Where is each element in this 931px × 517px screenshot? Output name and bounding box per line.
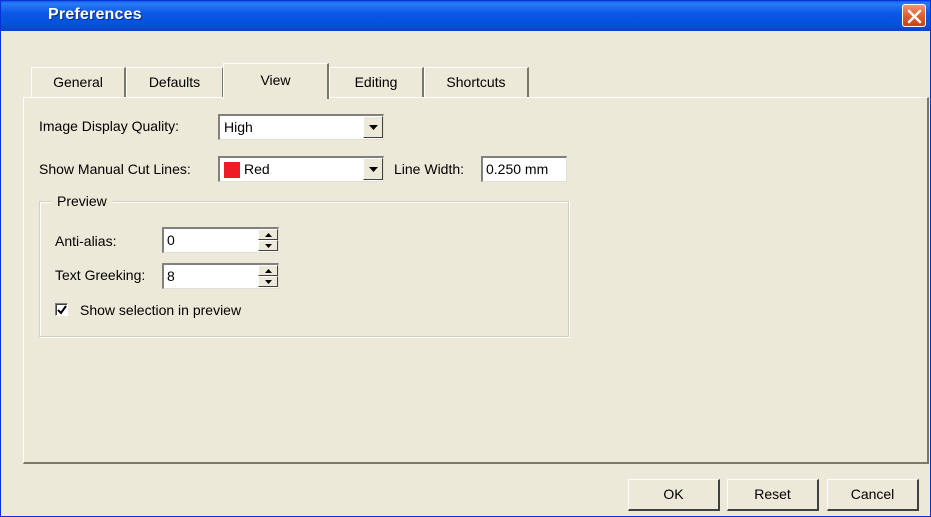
cancel-button[interactable]: Cancel [827, 479, 919, 511]
close-icon [907, 9, 922, 24]
reset-button-label: Reset [754, 486, 791, 502]
tab-general[interactable]: General [31, 67, 126, 98]
spin-up-button[interactable] [258, 265, 278, 276]
reset-button[interactable]: Reset [727, 479, 819, 511]
spin-up-icon [265, 233, 272, 237]
dropdown-button[interactable] [363, 116, 383, 138]
text-greeking-value: 8 [167, 268, 175, 284]
tab-label: Defaults [148, 74, 201, 90]
window-title: Preferences [48, 6, 142, 23]
title-bar[interactable]: Preferences [1, 1, 930, 31]
text-greeking-spinner[interactable]: 8 [162, 263, 279, 289]
tab-view[interactable]: View [223, 63, 329, 99]
show-selection-checkbox[interactable] [55, 303, 68, 316]
spin-up-button[interactable] [258, 229, 278, 240]
cut-lines-select[interactable]: Red [218, 156, 384, 182]
tab-editing[interactable]: Editing [329, 67, 424, 98]
chevron-down-icon [369, 125, 378, 130]
view-tab-panel [23, 97, 929, 464]
tab-label: Editing [354, 74, 398, 90]
image-quality-select[interactable]: High [218, 114, 384, 140]
cut-lines-value: Red [244, 161, 270, 177]
chevron-down-icon [369, 167, 378, 172]
cancel-button-label: Cancel [850, 486, 895, 502]
ok-button[interactable]: OK [628, 479, 720, 511]
close-button[interactable] [902, 4, 926, 27]
line-width-value: 0.250 mm [486, 161, 549, 177]
spin-down-icon [265, 280, 272, 284]
tab-defaults[interactable]: Defaults [126, 67, 224, 98]
checkmark-icon [57, 305, 67, 315]
tab-label: Shortcuts [446, 74, 506, 90]
spin-down-button[interactable] [258, 276, 278, 287]
dropdown-button[interactable] [363, 158, 383, 180]
color-swatch [224, 162, 240, 178]
preferences-window: Preferences General Defaults View Editin… [0, 0, 931, 517]
spin-down-icon [265, 244, 272, 248]
anti-alias-value: 0 [167, 232, 175, 248]
ok-button-label: OK [663, 486, 684, 502]
anti-alias-spinner[interactable]: 0 [162, 227, 279, 253]
line-width-input[interactable]: 0.250 mm [481, 156, 567, 182]
tab-label: View [260, 72, 291, 88]
spin-down-button[interactable] [258, 240, 278, 251]
tab-label: General [53, 74, 103, 90]
spin-up-icon [265, 269, 272, 273]
tab-shortcuts[interactable]: Shortcuts [424, 67, 529, 98]
image-quality-value: High [224, 119, 253, 135]
